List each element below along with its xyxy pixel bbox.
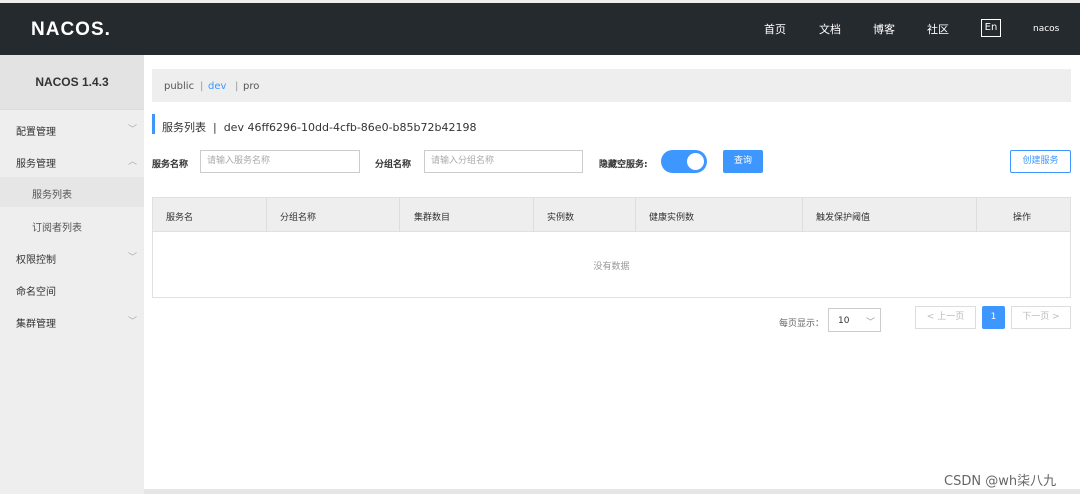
sidebar-item-service-list[interactable]: 服务列表 bbox=[0, 177, 144, 207]
sidebar-item-access-control[interactable]: 权限控制 ﹀ bbox=[0, 242, 144, 272]
service-name-label: 服务名称 bbox=[152, 160, 189, 170]
top-navbar: NACOS. 首页 文档 博客 社区 En nacos bbox=[0, 0, 1080, 55]
prev-page-button[interactable]: < 上一页 bbox=[915, 306, 976, 329]
column-divider bbox=[266, 198, 267, 232]
sidebar-item-service-management[interactable]: 服务管理 ︿ bbox=[0, 146, 144, 176]
column-header[interactable]: 触发保护阈值 bbox=[816, 210, 870, 223]
column-header[interactable]: 服务名 bbox=[166, 210, 193, 223]
namespace-dev[interactable]: dev bbox=[208, 81, 226, 92]
nav-community[interactable]: 社区 bbox=[927, 21, 949, 37]
sidebar-item-label: 服务管理 bbox=[16, 159, 56, 170]
column-header[interactable]: 实例数 bbox=[547, 210, 574, 223]
group-name-input[interactable]: 请输入分组名称 bbox=[424, 150, 583, 173]
sidebar-item-label: 权限控制 bbox=[16, 255, 56, 266]
title-accent-bar bbox=[152, 114, 155, 134]
namespace-pro[interactable]: pro bbox=[243, 81, 259, 92]
page-1-button[interactable]: 1 bbox=[982, 306, 1005, 329]
namespace-separator: | bbox=[200, 81, 204, 92]
hide-empty-toggle[interactable] bbox=[661, 150, 707, 173]
chevron-down-icon: ﹀ bbox=[128, 317, 138, 327]
sidebar-item-label: 订阅者列表 bbox=[32, 223, 82, 234]
page-size-select[interactable]: 10 ﹀ bbox=[828, 308, 881, 332]
page-title-text: 服务列表 bbox=[162, 121, 206, 134]
column-header[interactable]: 操作 bbox=[1013, 210, 1031, 223]
column-header[interactable]: 分组名称 bbox=[280, 210, 316, 223]
horizontal-scrollbar[interactable] bbox=[144, 489, 1080, 494]
service-name-input[interactable]: 请输入服务名称 bbox=[200, 150, 360, 173]
namespace-bar: public | dev | pro bbox=[152, 69, 1071, 102]
group-name-label: 分组名称 bbox=[375, 160, 412, 170]
sidebar-item-cluster-management[interactable]: 集群管理 ﹀ bbox=[0, 306, 144, 336]
sidebar: NACOS 1.4.3 配置管理 ﹀ 服务管理 ︿ 服务列表 订阅者列表 权限控… bbox=[0, 55, 144, 494]
namespace-public[interactable]: public bbox=[164, 81, 194, 92]
query-button[interactable]: 查询 bbox=[723, 150, 763, 173]
sidebar-item-label: 命名空间 bbox=[16, 287, 56, 298]
nav-home[interactable]: 首页 bbox=[764, 21, 786, 37]
page-namespace: dev bbox=[223, 121, 244, 134]
sidebar-version-title: NACOS 1.4.3 bbox=[0, 55, 144, 110]
page-size-label: 每页显示： bbox=[779, 319, 825, 329]
namespace-separator: | bbox=[235, 81, 239, 92]
nacos-logo[interactable]: NACOS. bbox=[31, 19, 111, 41]
column-header[interactable]: 健康实例数 bbox=[649, 210, 694, 223]
column-divider bbox=[533, 198, 534, 232]
toggle-knob bbox=[687, 153, 704, 170]
hide-empty-label: 隐藏空服务: bbox=[599, 160, 648, 170]
page-title: 服务列表 | dev 46ff6296-10dd-4cfb-86e0-b85b7… bbox=[162, 119, 476, 135]
chevron-up-icon: ︿ bbox=[128, 157, 138, 167]
column-divider bbox=[976, 198, 977, 232]
sidebar-item-namespace[interactable]: 命名空间 bbox=[0, 274, 144, 304]
sidebar-item-subscriber-list[interactable]: 订阅者列表 bbox=[0, 210, 144, 240]
service-table: 服务名 分组名称 集群数目 实例数 健康实例数 触发保护阈值 操作 没有数据 bbox=[152, 197, 1071, 298]
column-header[interactable]: 集群数目 bbox=[414, 210, 450, 223]
column-divider bbox=[635, 198, 636, 232]
column-divider bbox=[802, 198, 803, 232]
page-namespace-id: 46ff6296-10dd-4cfb-86e0-b85b72b42198 bbox=[247, 121, 477, 134]
chevron-down-icon: ﹀ bbox=[128, 253, 138, 263]
table-empty-text: 没有数据 bbox=[593, 262, 630, 272]
window-edge bbox=[0, 0, 1080, 3]
next-page-button[interactable]: 下一页 > bbox=[1011, 306, 1071, 329]
sidebar-item-label: 集群管理 bbox=[16, 319, 56, 330]
create-service-button[interactable]: 创建服务 bbox=[1010, 150, 1071, 173]
sidebar-item-label: 服务列表 bbox=[32, 190, 72, 201]
chevron-down-icon: ﹀ bbox=[128, 125, 138, 135]
page-size-value: 10 bbox=[838, 316, 850, 326]
nav-docs[interactable]: 文档 bbox=[819, 21, 841, 37]
chevron-down-icon: ﹀ bbox=[866, 318, 876, 328]
watermark: CSDN @wh柒八九 bbox=[944, 474, 1057, 489]
nav-blog[interactable]: 博客 bbox=[873, 21, 895, 37]
sidebar-item-config-management[interactable]: 配置管理 ﹀ bbox=[0, 114, 144, 144]
user-menu[interactable]: nacos bbox=[1033, 24, 1059, 34]
language-toggle-button[interactable]: En bbox=[981, 19, 1001, 37]
title-separator: | bbox=[209, 121, 221, 134]
table-header: 服务名 分组名称 集群数目 实例数 健康实例数 触发保护阈值 操作 bbox=[153, 198, 1070, 232]
column-divider bbox=[399, 198, 400, 232]
sidebar-item-label: 配置管理 bbox=[16, 127, 56, 138]
